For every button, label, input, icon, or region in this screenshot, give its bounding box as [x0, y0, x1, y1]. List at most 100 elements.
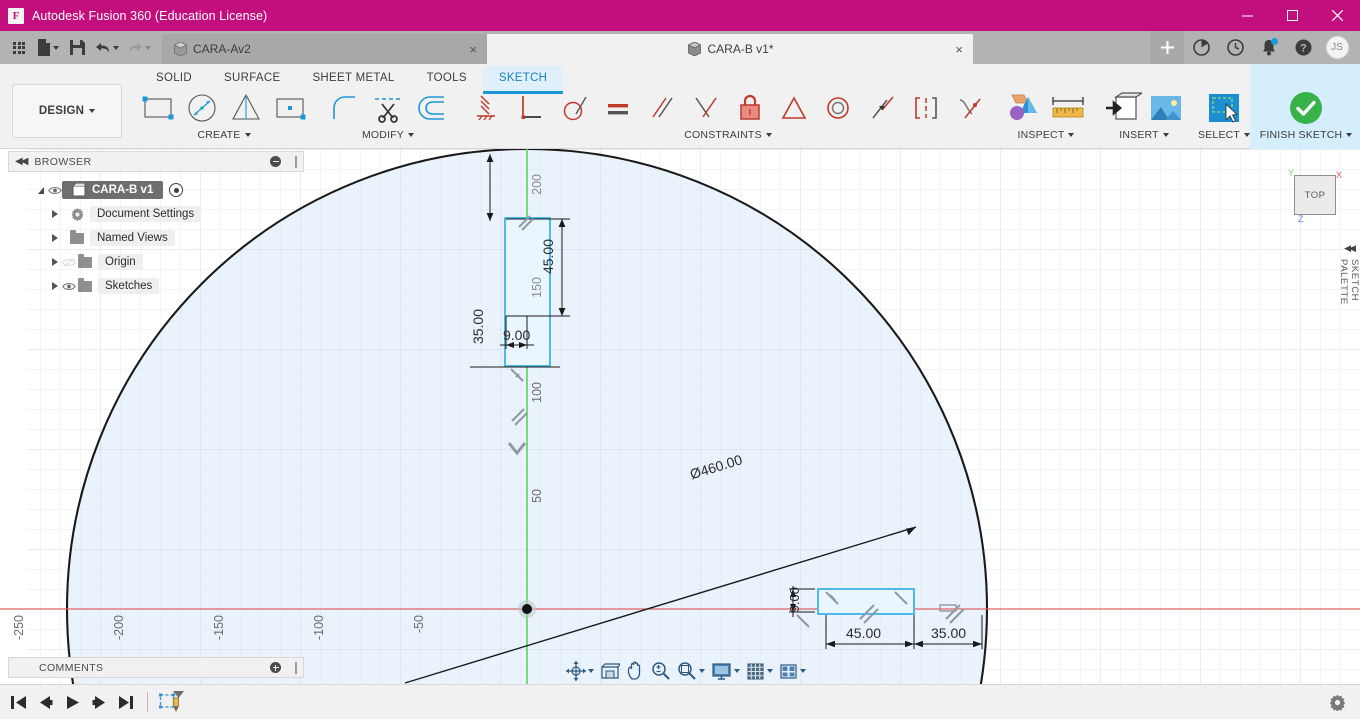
collinear-constraint-icon[interactable]	[772, 88, 816, 128]
point-rectangle-icon[interactable]	[268, 88, 312, 128]
display-settings-icon[interactable]	[708, 658, 743, 684]
chevron-down-icon[interactable]	[767, 669, 773, 673]
tree-node-named-views[interactable]: Named Views	[8, 226, 304, 250]
sketch-palette-tab[interactable]: ◀◀ SKETCH PALETTE	[1338, 240, 1360, 350]
tree-expand-icon[interactable]	[48, 234, 62, 242]
tree-expand-icon[interactable]	[48, 210, 62, 218]
tangent-constraint-icon[interactable]	[552, 88, 596, 128]
collapse-right-icon[interactable]: ◀◀	[1344, 243, 1356, 254]
timeline-settings-gear-icon[interactable]	[1325, 687, 1350, 717]
fix-lock-constraint-icon[interactable]	[728, 88, 772, 128]
go-to-end-icon[interactable]	[114, 687, 139, 717]
sketch-feature-icon[interactable]	[156, 687, 188, 717]
fit-zoom-window-icon[interactable]	[674, 658, 708, 684]
maximize-icon[interactable]	[1270, 0, 1315, 31]
curvature-constraint-icon[interactable]	[948, 88, 992, 128]
look-at-icon[interactable]	[597, 658, 623, 684]
tree-node-root[interactable]: CARA-B v1	[8, 178, 304, 202]
new-file-icon[interactable]	[34, 34, 62, 62]
rectangle-icon[interactable]	[136, 88, 180, 128]
horizontal-vertical-constraint-icon[interactable]	[464, 88, 508, 128]
data-panel-icon[interactable]	[1184, 31, 1218, 64]
minimize-panel-icon[interactable]	[270, 156, 281, 167]
avatar[interactable]: JS	[1320, 31, 1354, 64]
tree-expand-icon[interactable]	[48, 258, 62, 266]
collapse-left-icon[interactable]: ◀◀	[15, 156, 28, 167]
insert-derive-icon[interactable]	[1100, 88, 1144, 128]
perpendicular-constraint-icon[interactable]	[508, 88, 552, 128]
symmetry-constraint-icon[interactable]	[904, 88, 948, 128]
go-to-beginning-icon[interactable]	[6, 687, 31, 717]
dim-35-bottom[interactable]: 35.00	[931, 625, 966, 641]
tree-expand-icon[interactable]	[48, 282, 62, 290]
visibility-eye-icon[interactable]	[62, 281, 76, 292]
close-icon[interactable]	[1315, 0, 1360, 31]
app-grid-icon[interactable]	[6, 34, 32, 62]
save-icon[interactable]	[64, 34, 90, 62]
tree-node-origin[interactable]: Origin	[8, 250, 304, 274]
view-cube[interactable]: Y X TOP Z	[1286, 168, 1342, 224]
midpoint-constraint-icon[interactable]	[684, 88, 728, 128]
fillet-icon[interactable]	[322, 88, 366, 128]
recent-clock-icon[interactable]	[1218, 31, 1252, 64]
measure-ruler-icon[interactable]	[1046, 88, 1090, 128]
step-forward-icon[interactable]	[87, 687, 112, 717]
measure-solids-icon[interactable]	[1002, 88, 1046, 128]
chevron-down-icon[interactable]	[588, 669, 594, 673]
parallel-constraint-icon[interactable]	[640, 88, 684, 128]
panel-resize-grip[interactable]	[295, 155, 297, 168]
panel-resize-grip[interactable]	[295, 661, 297, 674]
chevron-down-icon[interactable]	[1346, 133, 1353, 137]
dim-45-bottom[interactable]: 45.00	[846, 625, 881, 641]
play-icon[interactable]	[60, 687, 85, 717]
finish-check-icon[interactable]	[1256, 88, 1356, 128]
visibility-eye-hidden-icon[interactable]	[62, 257, 76, 268]
trim-scissors-icon[interactable]	[366, 88, 410, 128]
offset-icon[interactable]	[410, 88, 454, 128]
tree-expand-root-icon[interactable]	[34, 186, 48, 194]
viewcube-face-top[interactable]: TOP	[1294, 175, 1336, 215]
help-icon[interactable]: ?	[1286, 31, 1320, 64]
activate-component-icon[interactable]	[169, 183, 184, 197]
dim-9-bottom[interactable]: 9.00	[787, 587, 802, 612]
zoom-icon[interactable]	[648, 658, 674, 684]
tree-node-root-chip[interactable]: CARA-B v1	[62, 181, 164, 199]
notifications-bell-icon[interactable]	[1252, 31, 1286, 64]
tree-node-sketches[interactable]: Sketches	[8, 274, 304, 298]
document-tab-1[interactable]: CARA-Av2 ×	[162, 34, 487, 64]
tree-node-document-settings[interactable]: Document Settings	[8, 202, 304, 226]
chevron-down-icon[interactable]	[408, 133, 415, 137]
workspace-selector[interactable]: DESIGN	[12, 84, 122, 138]
document-tab-2[interactable]: CARA-B v1* ×	[487, 34, 973, 64]
pan-hand-icon[interactable]	[623, 658, 648, 684]
minimize-icon[interactable]	[1225, 0, 1270, 31]
chevron-down-icon[interactable]	[734, 669, 740, 673]
document-tab-2-close-icon[interactable]: ×	[955, 42, 963, 57]
step-back-icon[interactable]	[33, 687, 58, 717]
dim-35-top[interactable]: 35.00	[470, 309, 486, 344]
chevron-down-icon[interactable]	[699, 669, 705, 673]
comments-panel[interactable]: COMMENTS	[8, 657, 304, 678]
visibility-eye-icon[interactable]	[48, 185, 62, 196]
chevron-down-icon[interactable]	[800, 669, 806, 673]
insert-image-icon[interactable]	[1144, 88, 1188, 128]
undo-icon[interactable]	[92, 34, 122, 62]
new-tab-plus-icon[interactable]	[1150, 31, 1184, 64]
grid-snaps-icon[interactable]	[743, 658, 776, 684]
equal-constraint-icon[interactable]	[596, 88, 640, 128]
chevron-down-icon[interactable]	[1162, 133, 1169, 137]
triangle-polygon-icon[interactable]	[224, 88, 268, 128]
coincident-constraint-icon[interactable]	[860, 88, 904, 128]
chevron-down-icon[interactable]	[765, 133, 772, 137]
ellipse-icon[interactable]	[180, 88, 224, 128]
chevron-down-icon[interactable]	[1068, 133, 1075, 137]
redo-icon[interactable]	[124, 34, 154, 62]
dim-9-top[interactable]: 9.00	[503, 327, 530, 343]
dim-45-top[interactable]: 45.00	[540, 239, 556, 274]
viewports-icon[interactable]	[776, 658, 809, 684]
add-comment-icon[interactable]	[270, 662, 281, 673]
document-tab-1-close-icon[interactable]: ×	[469, 42, 477, 57]
chevron-down-icon[interactable]	[244, 133, 251, 137]
orbit-icon[interactable]	[563, 658, 597, 684]
concentric-constraint-icon[interactable]	[816, 88, 860, 128]
